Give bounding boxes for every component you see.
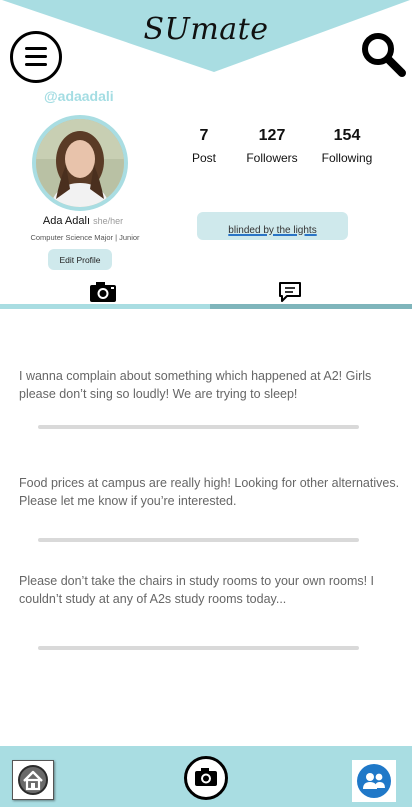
home-icon <box>18 765 48 795</box>
stat-value: 154 <box>333 127 361 144</box>
tab-indicator-inactive <box>210 304 412 309</box>
stat-label: Followers <box>246 151 298 165</box>
friends-button[interactable] <box>352 760 396 802</box>
friends-icon <box>357 764 391 798</box>
profile-name-line: Ada Adalı she/her <box>0 215 166 227</box>
home-button[interactable] <box>12 760 54 800</box>
menu-button[interactable] <box>10 31 62 83</box>
stat-label: Following <box>321 151 373 165</box>
profile-song[interactable]: blinded by the lights <box>197 212 348 240</box>
edit-profile-button[interactable]: Edit Profile <box>48 249 112 270</box>
profile-name: Ada Adalı <box>42 215 90 227</box>
profile-pronouns: she/her <box>93 216 124 226</box>
post-divider <box>38 538 359 542</box>
tab-indicator-active <box>0 304 210 309</box>
stat-value: 127 <box>258 127 286 144</box>
menu-icon <box>25 47 47 50</box>
tab-indicator <box>0 304 412 310</box>
app-header: SUmate <box>0 0 412 83</box>
stat-posts[interactable]: 7 Post <box>186 127 222 165</box>
stat-label: Post <box>191 151 216 165</box>
post-item[interactable]: Please don’t take the chairs in study ro… <box>19 572 401 608</box>
app-logo: SUmate <box>143 12 269 47</box>
post-item[interactable]: I wanna complain about something which h… <box>19 367 401 403</box>
profile-username: @adaadali <box>44 88 114 104</box>
menu-icon-bar <box>25 55 47 58</box>
song-title: blinded by the lights <box>228 225 317 236</box>
camera-button[interactable] <box>184 756 228 800</box>
profile-major: Computer Science Major | Junior <box>30 233 140 242</box>
profile-photo <box>36 119 124 207</box>
stat-followers[interactable]: 127 Followers <box>240 127 304 165</box>
post-divider <box>38 646 359 650</box>
camera-icon <box>195 768 217 786</box>
tab-posts-camera-icon[interactable] <box>88 280 118 304</box>
tab-comments-chat-icon[interactable] <box>275 280 305 304</box>
post-divider <box>38 425 359 429</box>
stat-value: 7 <box>199 127 209 144</box>
avatar[interactable] <box>32 115 128 211</box>
bottom-nav <box>0 746 412 807</box>
search-icon[interactable] <box>358 30 406 78</box>
post-item[interactable]: Food prices at campus are really high! L… <box>19 474 401 510</box>
menu-icon-bar <box>25 63 47 66</box>
stat-following[interactable]: 154 Following <box>314 127 380 165</box>
